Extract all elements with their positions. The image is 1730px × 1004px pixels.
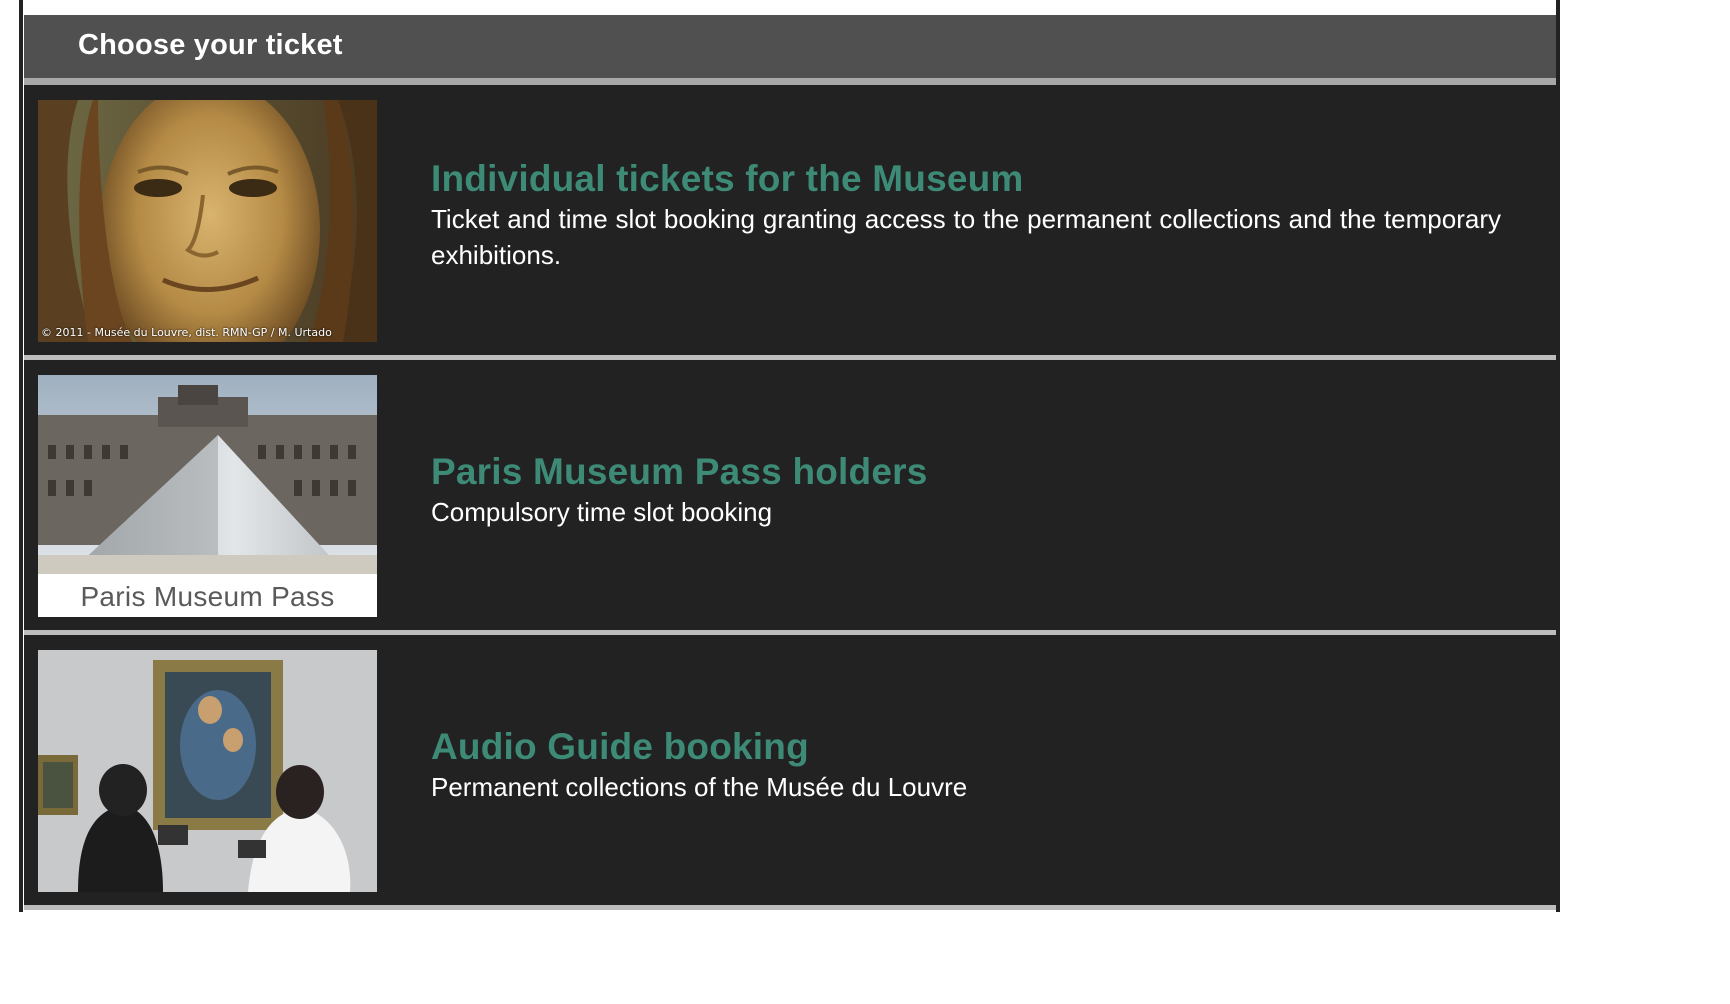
ticket-header: Choose your ticket [24,15,1556,85]
ticket-description: Permanent collections of the Musée du Lo… [431,772,968,802]
image-credit: © 2011 - Musée du Louvre, dist. RMN-GP /… [41,326,332,339]
ticket-description: Ticket and time slot booking granting ac… [431,204,1501,270]
mona-lisa-image[interactable]: © 2011 - Musée du Louvre, dist. RMN-GP /… [38,100,377,342]
pass-caption: Paris Museum Pass [38,574,377,617]
ticket-title[interactable]: Paris Museum Pass holders [431,450,1501,494]
ticket-text: Individual tickets for the Museum Ticket… [431,157,1501,273]
ticket-option-museum-pass[interactable]: Paris Museum Pass Paris Museum Pass hold… [24,360,1556,635]
ticket-title[interactable]: Audio Guide booking [431,725,1501,769]
page-title: Choose your ticket [78,29,343,61]
louvre-pyramid-image[interactable]: Paris Museum Pass [38,375,377,617]
audio-guide-visitors-image[interactable] [38,650,377,892]
ticket-text: Paris Museum Pass holders Compulsory tim… [431,450,1501,530]
panel-right-border [1556,0,1560,912]
ticket-description: Compulsory time slot booking [431,497,773,527]
ticket-text: Audio Guide booking Permanent collection… [431,725,1501,805]
panel-left-border [19,0,23,912]
ticket-option-individual[interactable]: © 2011 - Musée du Louvre, dist. RMN-GP /… [24,85,1556,360]
ticket-list: © 2011 - Musée du Louvre, dist. RMN-GP /… [24,85,1556,910]
ticket-title[interactable]: Individual tickets for the Museum [431,157,1501,201]
ticket-option-audio-guide[interactable]: Audio Guide booking Permanent collection… [24,635,1556,910]
